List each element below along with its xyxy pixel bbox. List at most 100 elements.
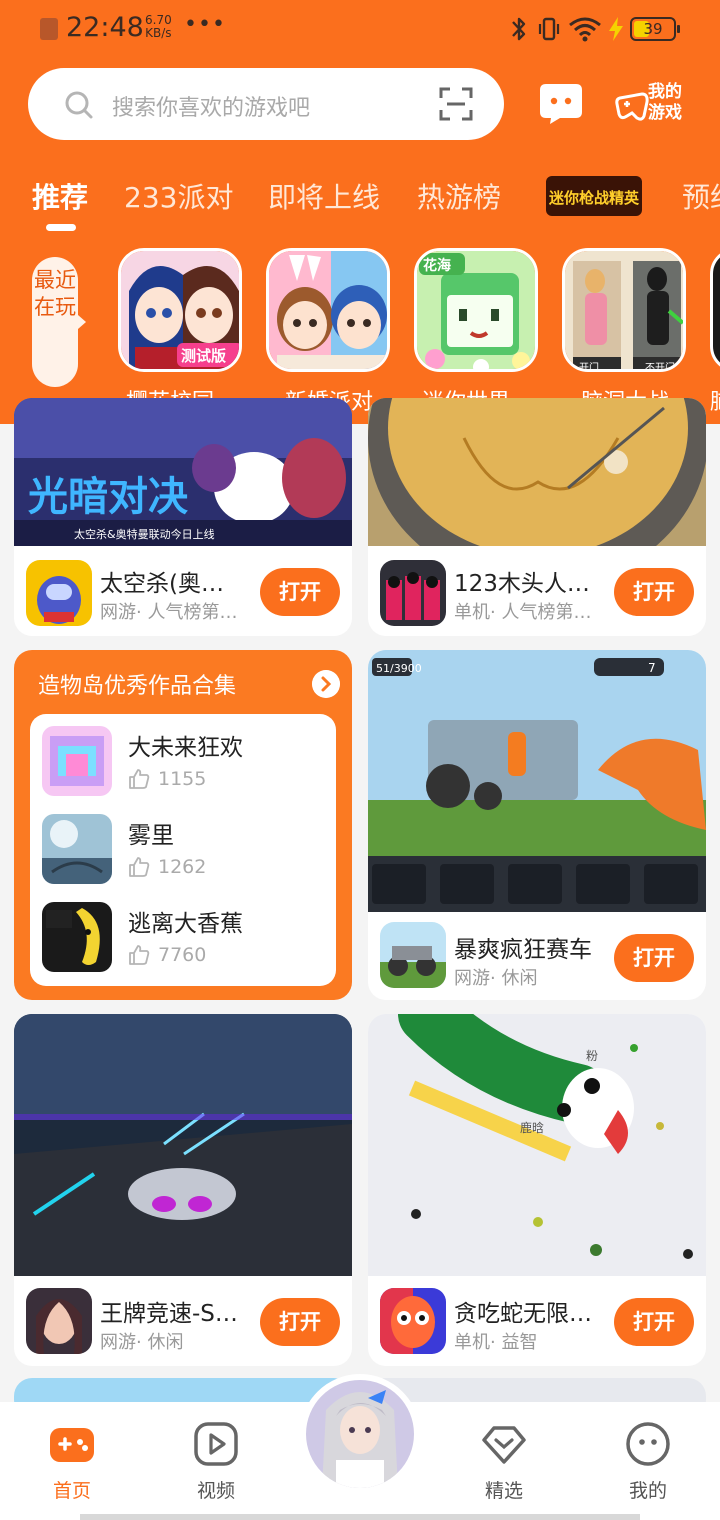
open-button[interactable]: 打开 xyxy=(260,568,340,616)
center-avatar-button[interactable] xyxy=(300,1374,420,1494)
item-thumbnail xyxy=(42,814,112,884)
game-card-ace-racing[interactable]: 王牌竞速-S… 网游· 休闲 打开 xyxy=(14,1014,352,1366)
charging-icon xyxy=(609,17,623,41)
banner-title: 光暗对决 xyxy=(28,474,188,520)
snake-player-label: 粉 xyxy=(586,1049,598,1063)
game-meta: 网游· 休闲 xyxy=(100,1332,184,1353)
vibrate-icon xyxy=(538,17,560,41)
tab-hot-chart[interactable]: 热游榜 xyxy=(417,176,501,216)
sign-open-door: 开门 xyxy=(579,363,599,372)
open-button[interactable]: 打开 xyxy=(260,1298,340,1346)
sim-icon xyxy=(40,18,58,40)
recently-played-tag: 最近在玩 xyxy=(32,257,86,387)
game-card-123-wooden-man[interactable]: 123木头人… 单机· 人气榜第… 打开 xyxy=(368,398,706,636)
more-status-dots: ••• xyxy=(184,12,226,37)
recent-app-label: 脑 xyxy=(710,384,720,416)
battery-percent: 39 xyxy=(643,20,663,38)
tab-coming-soon[interactable]: 即将上线 xyxy=(268,176,380,216)
sakura-school-thumbnail: 测试版 xyxy=(118,248,242,372)
snake-app-icon xyxy=(380,1288,446,1354)
123-wooden-man-banner xyxy=(368,398,706,546)
item-likes: 1155 xyxy=(158,768,207,790)
nav-label: 视频 xyxy=(196,1480,235,1502)
my-games-icon xyxy=(615,92,649,121)
item-name: 大未来狂欢 xyxy=(128,735,243,761)
thumbs-up-icon xyxy=(129,945,150,965)
item-thumbnail xyxy=(42,726,112,796)
item-likes: 1262 xyxy=(158,856,207,878)
item-likes: 7760 xyxy=(158,944,207,966)
app-header: 22:48 6.70 KB/s ••• 39 搜索你喜欢的游戏吧 我的游戏 推荐… xyxy=(0,0,720,424)
test-version-badge: 测试版 xyxy=(181,347,227,365)
open-button[interactable]: 打开 xyxy=(614,568,694,616)
bluetooth-icon xyxy=(512,17,526,41)
message-icon[interactable] xyxy=(538,80,584,126)
game-card-space-kill[interactable]: 光暗对决 太空杀&奥特曼联动今日上线 太空杀(奥… 网游· 人气榜第… 打开 xyxy=(14,398,352,636)
tab-mini-gun-elite-logo[interactable]: 迷你枪战精英 xyxy=(546,170,642,220)
space-kill-banner: 光暗对决 太空杀&奥特曼联动今日上线 xyxy=(14,398,352,546)
smiley-icon xyxy=(626,1422,670,1466)
game-meta: 单机· 人气榜第… xyxy=(454,602,592,623)
snake-banner: 鹿晗 粉 xyxy=(368,1014,706,1276)
nav-label: 首页 xyxy=(52,1480,91,1502)
item-name: 逃离大香蕉 xyxy=(128,911,243,937)
wedding-party-thumbnail xyxy=(266,248,390,372)
game-card-snake[interactable]: 鹿晗 粉 贪吃蛇无限… 单机· 益智 打开 xyxy=(368,1014,706,1366)
network-speed: 6.70 KB/s xyxy=(145,14,172,40)
thumbs-up-icon xyxy=(129,769,150,789)
game-meta: 单机· 益智 xyxy=(454,1332,538,1353)
game-meta: 网游· 休闲 xyxy=(454,968,538,989)
tab-reserve[interactable]: 预约 xyxy=(682,176,720,216)
game-meta: 网游· 人气榜第… xyxy=(100,602,238,623)
creation-island-collection[interactable]: 造物岛优秀作品合集 大未来狂欢 1155 雾里 1262 逃离大香蕉 7760 xyxy=(14,650,352,1000)
status-bar: 22:48 6.70 KB/s ••• 39 xyxy=(0,0,720,58)
game-card-crazy-racing[interactable]: 51/3900 7 暴爽疯狂赛车 网游· 休闲 打开 xyxy=(368,650,706,1000)
open-button[interactable]: 打开 xyxy=(614,934,694,982)
play-icon xyxy=(194,1422,238,1466)
nav-label: 精选 xyxy=(484,1480,523,1502)
hud-score: 51/3900 xyxy=(376,662,422,675)
nav-mine[interactable]: 我的 xyxy=(603,1420,693,1503)
game-name: 太空杀(奥… xyxy=(100,571,224,597)
search-placeholder[interactable]: 搜索你喜欢的游戏吧 xyxy=(112,90,310,122)
collection-title: 造物岛优秀作品合集 xyxy=(38,674,237,699)
open-button[interactable]: 打开 xyxy=(614,1298,694,1346)
collection-item[interactable]: 逃离大香蕉 7760 xyxy=(42,902,332,982)
collection-item[interactable]: 雾里 1262 xyxy=(42,814,332,894)
tab-recommend[interactable]: 推荐 xyxy=(32,176,88,216)
nav-label: 我的 xyxy=(628,1480,667,1502)
active-tab-indicator xyxy=(46,224,76,231)
my-games-label: 我的游戏 xyxy=(648,82,682,123)
game-name: 暴爽疯狂赛车 xyxy=(454,937,592,963)
banner-subtitle: 太空杀&奥特曼联动今日上线 xyxy=(74,527,215,541)
game-name: 贪吃蛇无限… xyxy=(454,1301,592,1327)
wifi-icon xyxy=(569,17,601,42)
search-bar[interactable]: 搜索你喜欢的游戏吧 xyxy=(28,68,504,140)
game-name: 王牌竞速-S… xyxy=(100,1301,238,1327)
snake-player-label: 鹿晗 xyxy=(520,1120,544,1135)
sign-no-open-door: 不开门 xyxy=(645,363,675,372)
tab-233-party[interactable]: 233派对 xyxy=(124,176,233,216)
game-name: 123木头人… xyxy=(454,571,590,597)
my-games-button[interactable]: 我的游戏 xyxy=(614,80,694,128)
hud-count: 7 xyxy=(648,661,656,675)
thumbs-up-icon xyxy=(129,857,150,877)
flower-sea-badge: 花海 xyxy=(423,258,451,274)
ace-racing-app-icon xyxy=(26,1288,92,1354)
chevron-right-icon[interactable] xyxy=(312,670,340,698)
nav-featured[interactable]: 精选 xyxy=(459,1420,549,1503)
scan-icon[interactable] xyxy=(438,86,474,122)
ace-racing-banner xyxy=(14,1014,352,1276)
nav-video[interactable]: 视频 xyxy=(171,1420,261,1503)
space-kill-app-icon xyxy=(26,560,92,626)
crazy-racing-banner: 51/3900 7 xyxy=(368,650,706,912)
avatar xyxy=(306,1380,414,1488)
crazy-racing-app-icon xyxy=(380,922,446,988)
mini-gun-elite-logo-text: 迷你枪战精英 xyxy=(548,189,640,207)
mini-world-thumbnail: 花海 xyxy=(414,248,538,372)
battery-icon: 39 xyxy=(630,17,680,41)
gamepad-icon xyxy=(50,1428,94,1462)
collection-item[interactable]: 大未来狂欢 1155 xyxy=(42,726,332,806)
speed-unit: KB/s xyxy=(145,26,172,40)
nav-home[interactable]: 首页 xyxy=(27,1420,117,1503)
